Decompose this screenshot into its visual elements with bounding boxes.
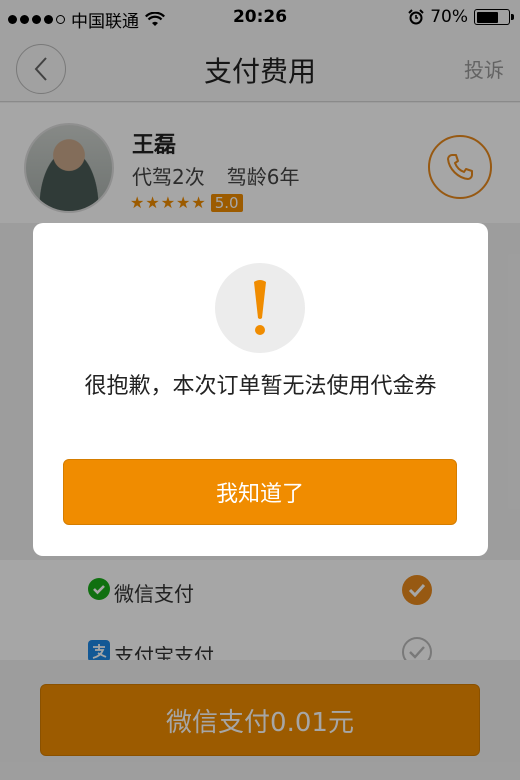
alert-badge [215, 263, 305, 353]
voucher-unavailable-dialog: 很抱歉，本次订单暂无法使用代金券 我知道了 [33, 223, 488, 556]
exclamation-icon [254, 280, 266, 335]
acknowledge-button[interactable]: 我知道了 [63, 459, 457, 525]
dialog-message: 很抱歉，本次订单暂无法使用代金券 [84, 374, 437, 399]
